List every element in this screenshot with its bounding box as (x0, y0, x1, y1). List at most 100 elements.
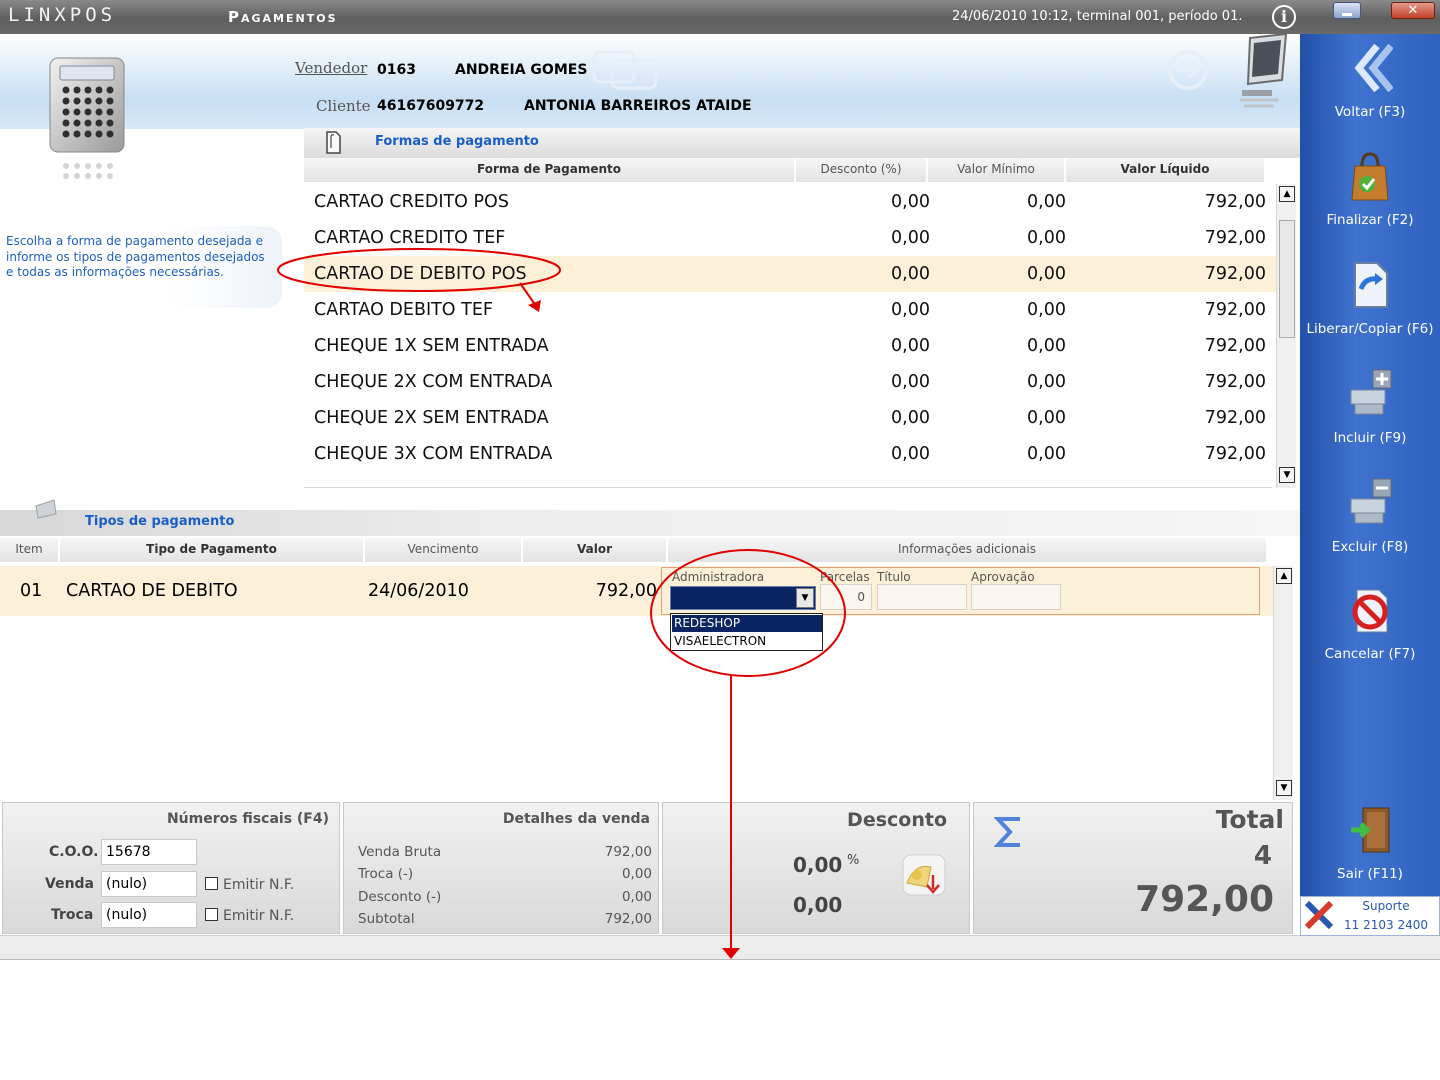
forma-row[interactable]: CARTAO CREDITO TEF 0,00 0,00 792,00 (304, 220, 1276, 256)
scroll-down-arrow-icon[interactable]: ▼ (1276, 780, 1292, 796)
forma-desconto: 0,00 (891, 264, 930, 284)
vendedor-name: ANDREIA GOMES (455, 62, 588, 78)
hint-text: Escolha a forma de pagamento desejada e … (6, 234, 265, 279)
forma-minimo: 0,00 (1027, 408, 1066, 428)
vendedor-code: 0163 (377, 62, 416, 78)
action-sidebar: Voltar (F3) Finalizar (F2) Liberar/Copia… (1300, 34, 1440, 935)
forma-name: CARTAO DE DEBITO POS (314, 264, 527, 284)
detalhes-panel: Detalhes da venda Venda Bruta 792,00 Tro… (343, 802, 659, 934)
cliente-label: Cliente (316, 97, 371, 115)
titulo-label: Título (877, 570, 911, 584)
forma-desconto: 0,00 (891, 336, 930, 356)
venda-bruta-value: 792,00 (604, 844, 652, 860)
add-payment-icon (1350, 369, 1392, 415)
troca-emitir-nf-checkbox[interactable] (205, 908, 218, 921)
cancel-icon (1352, 589, 1388, 633)
info-icon[interactable]: i (1272, 5, 1296, 29)
subtotal-label: Subtotal (358, 911, 415, 927)
troca-label: Troca (51, 907, 94, 923)
support-phone: 11 2103 2400 (1344, 918, 1428, 932)
forma-name: CARTAO CREDITO POS (314, 192, 509, 212)
troca-input[interactable]: (nulo) (101, 902, 197, 928)
liberar-copiar-button[interactable]: Liberar/Copiar (F6) (1300, 259, 1440, 355)
cliente-name: ANTONIA BARREIROS ATAIDE (524, 98, 752, 114)
close-button[interactable]: ✕ (1391, 2, 1435, 19)
forma-name: CHEQUE 2X COM ENTRADA (314, 372, 553, 392)
total-panel: Total 4 792,00 (973, 802, 1293, 934)
col-forma[interactable]: Forma de Pagamento (304, 158, 796, 182)
parcelas-label: Parcelas (820, 570, 870, 584)
chevron-down-icon[interactable]: ▼ (796, 588, 814, 608)
dropdown-option-redeshop[interactable]: REDESHOP (672, 615, 822, 632)
finalizar-label: Finalizar (F2) (1326, 212, 1414, 228)
dropdown-option-visaelectron[interactable]: VISAELECTRON (672, 633, 822, 650)
forma-desconto: 0,00 (891, 300, 930, 320)
detalhes-title: Detalhes da venda (502, 811, 650, 827)
forma-row[interactable]: CHEQUE 2X COM ENTRADA 0,00 0,00 792,00 (304, 364, 1276, 400)
forma-liquido: 792,00 (1204, 264, 1266, 284)
aprovacao-input[interactable] (971, 584, 1061, 610)
forma-name: CHEQUE 2X SEM ENTRADA (314, 408, 549, 428)
forma-minimo: 0,00 (1027, 264, 1066, 284)
forma-row-selected[interactable]: CARTAO DE DEBITO POS 0,00 0,00 792,00 (304, 256, 1276, 292)
forma-name: CARTAO DEBITO TEF (314, 300, 493, 320)
venda-input[interactable]: (nulo) (101, 871, 197, 897)
forma-minimo: 0,00 (1027, 336, 1066, 356)
formas-scrollbar[interactable]: ▲ ▼ (1276, 184, 1296, 488)
forma-desconto: 0,00 (891, 228, 930, 248)
col-valor-minimo[interactable]: Valor Mínimo (928, 158, 1066, 182)
cancelar-button[interactable]: Cancelar (F7) (1300, 584, 1440, 680)
cancelar-label: Cancelar (F7) (1324, 646, 1416, 662)
formas-section-title: Formas de pagamento (375, 134, 539, 149)
venda-emitir-nf-label: Emitir N.F. (223, 877, 295, 893)
forma-row[interactable]: CARTAO CREDITO POS 0,00 0,00 792,00 (304, 184, 1276, 220)
scroll-down-arrow-icon[interactable]: ▼ (1279, 467, 1295, 483)
forma-row[interactable]: CARTAO DEBITO TEF 0,00 0,00 792,00 (304, 292, 1276, 328)
cliente-code: 46167609772 (377, 98, 485, 114)
forma-name: CHEQUE 1X SEM ENTRADA (314, 336, 549, 356)
parcelas-input[interactable]: 0 (820, 584, 872, 610)
shopping-bag-icon (1351, 152, 1389, 201)
scroll-up-arrow-icon[interactable]: ▲ (1279, 186, 1295, 202)
forma-row[interactable]: CHEQUE 3X COM ENTRADA 0,00 0,00 792,00 (304, 436, 1276, 472)
formas-list: CARTAO CREDITO POS 0,00 0,00 792,00 CART… (304, 184, 1276, 488)
scroll-up-arrow-icon[interactable]: ▲ (1276, 568, 1292, 584)
incluir-button[interactable]: Incluir (F9) (1300, 368, 1440, 464)
desconto-title: Desconto (847, 809, 947, 831)
administradora-select[interactable] (670, 586, 816, 610)
col-valor[interactable]: Valor (523, 538, 668, 562)
document-icon (326, 131, 341, 154)
titulo-input[interactable] (877, 584, 967, 610)
total-title: Total (1215, 805, 1284, 834)
col-info-adicionais[interactable]: Informações adicionais (668, 538, 1268, 562)
minimize-button[interactable] (1333, 2, 1361, 19)
forma-row[interactable]: CHEQUE 2X SEM ENTRADA 0,00 0,00 792,00 (304, 400, 1276, 436)
troca-value: 0,00 (621, 866, 652, 882)
session-status: 24/06/2010 10:12, terminal 001, período … (952, 9, 1243, 24)
excluir-button[interactable]: Excluir (F8) (1300, 477, 1440, 573)
percent-sign: % (847, 853, 860, 868)
forma-minimo: 0,00 (1027, 444, 1066, 464)
finalizar-button[interactable]: Finalizar (F2) (1300, 150, 1440, 246)
forma-minimo: 0,00 (1027, 192, 1066, 212)
col-desconto[interactable]: Desconto (%) (796, 158, 928, 182)
forma-liquido: 792,00 (1204, 372, 1266, 392)
tipos-section-title: Tipos de pagamento (85, 514, 235, 529)
voltar-button[interactable]: Voltar (F3) (1300, 42, 1440, 138)
venda-emitir-nf-checkbox[interactable] (205, 877, 218, 890)
forma-row[interactable]: CHEQUE 1X SEM ENTRADA 0,00 0,00 792,00 (304, 328, 1276, 364)
col-vencimento[interactable]: Vencimento (365, 538, 523, 562)
scroll-thumb[interactable] (1279, 220, 1295, 338)
col-tipo[interactable]: Tipo de Pagamento (60, 538, 365, 562)
sair-button[interactable]: Sair (F11) (1300, 804, 1440, 900)
fiscal-title[interactable]: Números fiscais (F4) (167, 811, 329, 827)
col-item[interactable]: Item (0, 538, 60, 562)
col-valor-liquido[interactable]: Valor Líquido (1066, 158, 1266, 182)
forma-liquido: 792,00 (1204, 336, 1266, 356)
liberar-copiar-label: Liberar/Copiar (F6) (1306, 321, 1434, 337)
coo-input[interactable]: 15678 (101, 839, 197, 865)
coo-label: C.O.O. (49, 844, 99, 860)
total-count: 4 (1253, 841, 1272, 871)
discount-icon[interactable] (901, 853, 949, 899)
tipos-scrollbar[interactable]: ▲ ▼ (1273, 566, 1293, 800)
